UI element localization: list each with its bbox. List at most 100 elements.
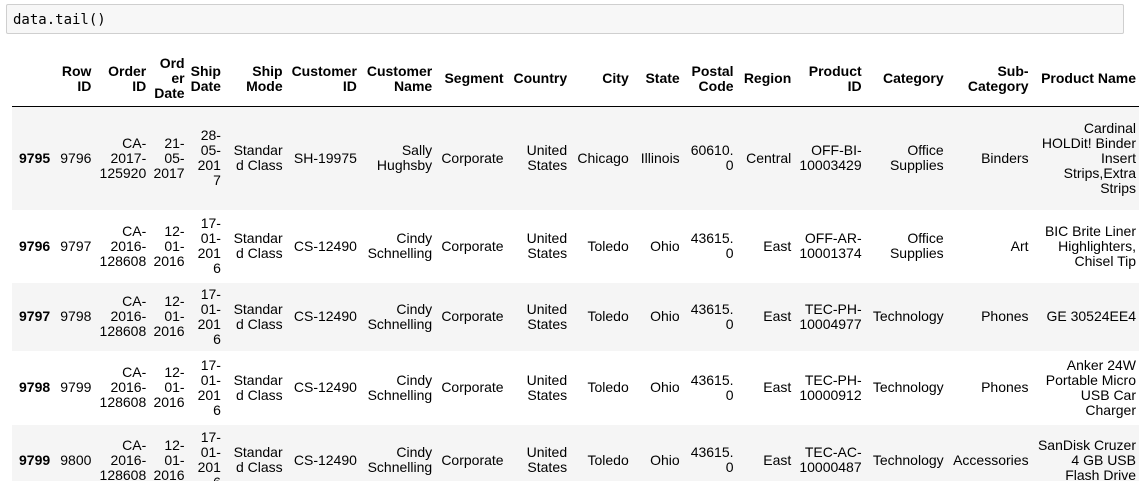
cell-postal-code: 60610.0 [690, 142, 734, 174]
cell-sub-category: Phones [981, 379, 1029, 395]
cell-city: Toledo [587, 308, 629, 324]
column-header-category: Category [864, 55, 947, 107]
cell-postal-code: 43615.0 [690, 371, 734, 403]
row-index: 9796 [19, 237, 51, 254]
header-row: Row ID Order ID Order Date Ship Date Ship Mo… [12, 55, 1139, 107]
cell-ship-mode: Standard Class [233, 371, 283, 403]
cell-ship-mode: Standard Class [233, 142, 283, 174]
cell-product-name: Anker 24W Portable Micro USB Car Charger [1045, 356, 1136, 418]
cell-product-id: TEC-PH-10000912 [799, 371, 862, 403]
cell-customer-id: CS-12490 [293, 379, 357, 395]
cell-customer-id: CS-12490 [293, 308, 357, 324]
cell-sub-category: Art [1010, 237, 1029, 254]
cell-product-name: Cardinal HOLDit! Binder Insert Strips,Ex… [1041, 119, 1136, 196]
cell-ship-date: 17-01-2016 [197, 429, 221, 481]
cell-city: Toledo [587, 379, 629, 395]
row-index: 9799 [19, 451, 51, 468]
cell-order-id: CA-2016-128608 [99, 436, 147, 481]
cell-state: Illinois [640, 149, 680, 166]
column-header-segment: Segment [435, 55, 507, 107]
row-index: 9798 [19, 379, 51, 395]
dataframe-output: Row ID Order ID Order Date Ship Date Ship Mo… [12, 55, 1139, 481]
cell-order-id: CA-2016-128608 [99, 364, 147, 410]
cell-order-date: 12-01-2016 [153, 293, 185, 339]
cell-ship-date: 17-01-2016 [197, 356, 221, 418]
cell-row-id: 9796 [60, 149, 92, 166]
cell-sub-category: Phones [981, 308, 1029, 324]
cell-category: Technology [872, 308, 944, 324]
cell-segment: Corporate [441, 308, 504, 324]
cell-order-id: CA-2016-128608 [99, 222, 147, 269]
cell-state: Ohio [650, 237, 680, 254]
column-header-country: Country [506, 55, 571, 107]
column-header-product-id: Product ID [794, 55, 865, 107]
cell-order-date: 12-01-2016 [153, 222, 185, 269]
column-header-ship-mode: Ship Mode [223, 55, 286, 107]
dataframe-table: Row ID Order ID Order Date Ship Date Ship Mo… [12, 55, 1139, 481]
code-input-cell[interactable]: data.tail() [6, 4, 1124, 34]
cell-postal-code: 43615.0 [690, 300, 734, 332]
column-header-ship-date: Ship Date [187, 55, 224, 107]
column-header-customer-name: Customer Name [359, 55, 436, 107]
cell-city: Chicago [577, 149, 629, 166]
cell-segment: Corporate [441, 149, 504, 166]
cell-order-date: 21-05-2017 [153, 134, 185, 181]
cell-product-name: SanDisk Cruzer 4 GB USB Flash Drive [1037, 436, 1136, 481]
cell-country: United States [526, 444, 568, 475]
cell-row-id: 9800 [60, 451, 92, 468]
column-header-index [12, 55, 54, 107]
cell-city: Toledo [587, 451, 629, 468]
cell-ship-date: 28-05-2017 [197, 127, 221, 189]
cell-postal-code: 43615.0 [690, 444, 734, 475]
cell-region: East [763, 379, 792, 395]
row-index: 9795 [19, 149, 51, 166]
cell-customer-id: SH-19975 [293, 149, 357, 166]
cell-product-id: TEC-PH-10004977 [799, 300, 862, 332]
table-row: 9798 9799 CA-2016-128608 12-01-2016 17-01-20… [12, 350, 1139, 425]
column-header-postal-code: Postal Code [682, 55, 737, 107]
code-text[interactable]: data.tail() [13, 11, 106, 29]
cell-customer-name: Cindy Schnelling [367, 444, 433, 475]
table-header: Row ID Order ID Order Date Ship Date Ship Mo… [12, 55, 1139, 107]
cell-customer-name: Cindy Schnelling [367, 230, 433, 261]
cell-segment: Corporate [441, 379, 504, 395]
cell-category: Technology [872, 379, 944, 395]
cell-state: Ohio [650, 379, 680, 395]
table-row: 9797 9798 CA-2016-128608 12-01-2016 17-01-20… [12, 282, 1139, 351]
cell-order-date: 12-01-2016 [153, 436, 185, 481]
cell-order-date: 12-01-2016 [153, 364, 185, 410]
cell-sub-category: Accessories [953, 451, 1029, 468]
cell-customer-name: Cindy Schnelling [367, 371, 433, 403]
cell-country: United States [526, 142, 568, 174]
cell-ship-mode: Standard Class [233, 300, 283, 332]
cell-product-id: TEC-AC-10000487 [799, 444, 862, 475]
column-header-region: Region [736, 55, 795, 107]
cell-country: United States [526, 230, 568, 261]
cell-product-name: BIC Brite Liner Highlighters, Chisel Tip [1044, 222, 1136, 269]
cell-row-id: 9798 [60, 308, 92, 324]
cell-postal-code: 43615.0 [690, 230, 734, 261]
cell-product-name: GE 30524EE4 [1046, 308, 1136, 324]
cell-sub-category: Binders [981, 149, 1029, 166]
cell-row-id: 9799 [60, 379, 92, 395]
cell-region: East [763, 237, 792, 254]
cell-category: Office Supplies [889, 142, 944, 174]
cell-customer-id: CS-12490 [293, 237, 357, 254]
cell-region: East [763, 451, 792, 468]
table-row: 9799 9800 CA-2016-128608 12-01-2016 17-01-20… [12, 424, 1139, 481]
cell-order-id: CA-2017-125920 [99, 134, 147, 181]
cell-region: East [763, 308, 792, 324]
cell-segment: Corporate [441, 451, 504, 468]
cell-row-id: 9797 [60, 237, 92, 254]
cell-product-id: OFF-BI-10003429 [799, 142, 862, 174]
cell-region: Central [746, 149, 792, 166]
column-header-order-date: Order Date [149, 55, 188, 107]
cell-product-id: OFF-AR-10001374 [799, 230, 862, 261]
cell-customer-name: Cindy Schnelling [367, 300, 433, 332]
column-header-state: State [631, 55, 683, 107]
cell-country: United States [526, 371, 568, 403]
cell-state: Ohio [650, 451, 680, 468]
cell-ship-mode: Standard Class [233, 230, 283, 261]
column-header-product-name: Product Name [1031, 55, 1139, 107]
cell-country: United States [526, 300, 568, 332]
